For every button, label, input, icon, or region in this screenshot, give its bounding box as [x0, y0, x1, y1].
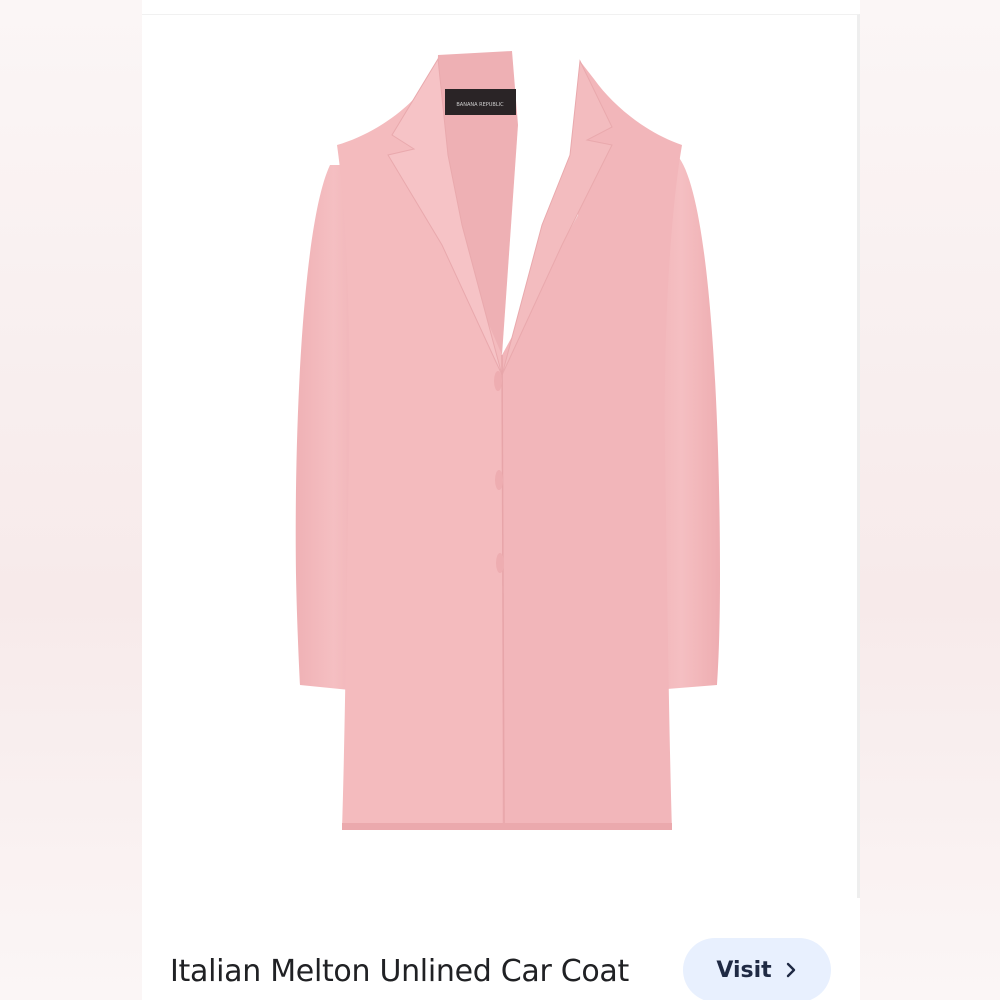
product-card[interactable]: BANANA REPUBLIC Italian Melton Unlined C… — [142, 14, 860, 1000]
background-blur-right — [860, 0, 1000, 1000]
brand-label-text: BANANA REPUBLIC — [456, 102, 504, 108]
visit-button[interactable]: Visit — [683, 938, 831, 1000]
chevron-right-icon — [784, 961, 798, 979]
visit-button-label: Visit — [716, 957, 772, 983]
background-blur-left — [0, 0, 142, 1000]
product-footer: Italian Melton Unlined Car Coat Visit — [142, 898, 860, 1000]
product-title[interactable]: Italian Melton Unlined Car Coat — [170, 954, 629, 989]
product-image[interactable]: BANANA REPUBLIC — [142, 14, 860, 898]
coat-illustration: BANANA REPUBLIC — [295, 51, 720, 830]
